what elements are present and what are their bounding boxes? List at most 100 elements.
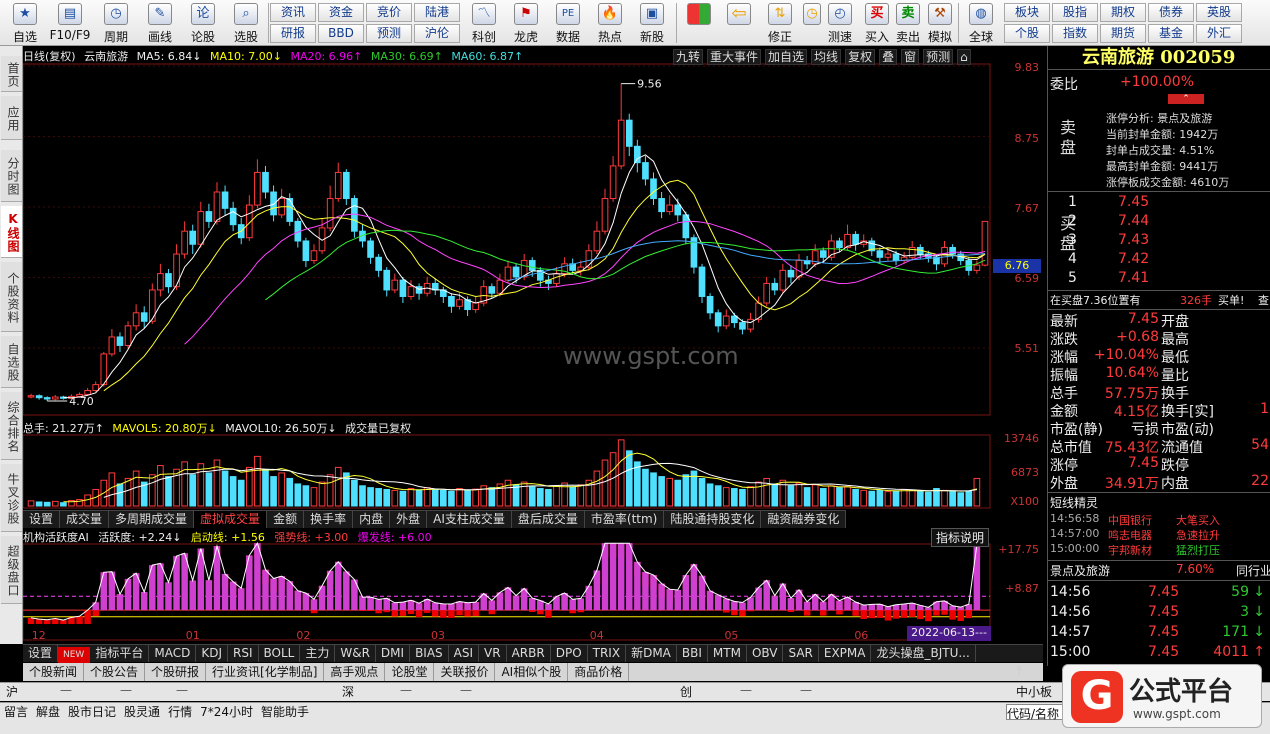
toolbar-xuangu-button[interactable]: ⌕ 选股 bbox=[226, 1, 266, 45]
indicator-tab[interactable]: MACD bbox=[149, 645, 197, 662]
collapse-icon[interactable]: ⌃ bbox=[1168, 94, 1204, 104]
indicator-tab[interactable]: BOLL bbox=[259, 645, 301, 662]
toolbar-gegu-button[interactable]: 个股 bbox=[1004, 24, 1050, 43]
toolbar-xingu-button[interactable]: ▣ 新股 bbox=[632, 1, 672, 45]
service-link[interactable]: 7*24小时 bbox=[200, 705, 253, 719]
status-cy[interactable]: 创 bbox=[680, 683, 692, 700]
indicator-tab[interactable]: KDJ bbox=[196, 645, 228, 662]
volume-tab[interactable]: AI支柱成交量 bbox=[427, 511, 512, 528]
nav-diagnosis[interactable]: 牛叉诊股 bbox=[1, 464, 22, 532]
volume-tab[interactable]: 换手率 bbox=[304, 511, 354, 528]
indicator-tab[interactable]: VR bbox=[479, 645, 507, 662]
toolbar-bankuai-button[interactable]: 板块 bbox=[1004, 3, 1050, 22]
volume-tab[interactable]: 融资融券变化 bbox=[761, 511, 847, 528]
toolbar-sell-button[interactable]: 卖卖出 bbox=[893, 1, 923, 45]
overlay-button[interactable]: 叠 bbox=[879, 49, 898, 65]
indicator-tab[interactable]: OBV bbox=[747, 645, 784, 662]
toolbar-grid-button[interactable] bbox=[682, 1, 716, 45]
status-sz[interactable]: 深 bbox=[342, 683, 354, 700]
service-link[interactable]: 股灵通 bbox=[124, 705, 160, 719]
indicator-tab[interactable]: SAR bbox=[783, 645, 819, 662]
add-watch-button[interactable]: 加自选 bbox=[765, 49, 808, 65]
toolbar-zixun-button[interactable]: 资讯 bbox=[270, 3, 316, 22]
expand-up-icon[interactable]: ⤒ bbox=[1016, 664, 1036, 682]
toolbar-jijin-button[interactable]: 基金 bbox=[1148, 24, 1194, 43]
status-zxb[interactable]: 中小板 bbox=[1016, 683, 1052, 700]
ma-button[interactable]: 均线 bbox=[811, 49, 842, 65]
news-tab[interactable]: 高手观点 bbox=[324, 663, 386, 681]
volume-tab[interactable]: 外盘 bbox=[390, 511, 428, 528]
toolbar-draw-button[interactable]: ✎ 画线 bbox=[140, 1, 180, 45]
toolbar-cesu-button[interactable]: ◴ 测速 bbox=[822, 1, 858, 45]
volume-tab[interactable]: 多周期成交量 bbox=[109, 511, 195, 528]
volume-tab[interactable]: 设置 bbox=[23, 511, 61, 528]
major-events-button[interactable]: 重大事件 bbox=[707, 49, 762, 65]
toolbar-xiuzheng-button[interactable]: ⇅ 修正 bbox=[762, 1, 798, 45]
jiuzhuan-button[interactable]: 九转 bbox=[673, 49, 704, 65]
indicator-tab[interactable]: DPO bbox=[551, 645, 588, 662]
service-link[interactable]: 行情 bbox=[168, 705, 192, 719]
toolbar-back-button[interactable]: ⇦ bbox=[722, 1, 756, 45]
toolbar-qiquan-button[interactable]: 期权 bbox=[1100, 3, 1146, 22]
toolbar-yinggu-button[interactable]: 英股 bbox=[1196, 3, 1242, 22]
indicator-tab[interactable]: 龙头操盘_BJTU... bbox=[871, 645, 976, 662]
nav-watchlist[interactable]: 自选股 bbox=[1, 336, 22, 388]
indicator-tab[interactable]: 设置 bbox=[23, 645, 59, 662]
service-link[interactable]: 留言 bbox=[4, 705, 28, 719]
nav-home[interactable]: 首页 bbox=[1, 56, 22, 92]
zaimai-check[interactable]: 查 bbox=[1258, 292, 1269, 308]
news-tab[interactable]: 个股公告 bbox=[84, 663, 146, 681]
indicator-tab[interactable]: W&R bbox=[335, 645, 376, 662]
news-tab[interactable]: 个股研报 bbox=[145, 663, 207, 681]
chart-canvas[interactable]: 9.56 4.70 12 01 02 03 04 05 06 bbox=[23, 46, 1047, 646]
toolbar-clock-button[interactable]: ◷ bbox=[802, 1, 822, 45]
kline-chart-area[interactable]: 9.56 4.70 12 01 02 03 04 05 06 www.gspt.com 日线(复… bbox=[23, 46, 1047, 666]
toolbar-period-button[interactable]: ◷ 周期 bbox=[96, 1, 136, 45]
toolbar-shuju-button[interactable]: PE 数据 bbox=[548, 1, 588, 45]
service-link[interactable]: 股市日记 bbox=[68, 705, 116, 719]
toolbar-moni-button[interactable]: ⚒ 模拟 bbox=[924, 1, 956, 45]
news-tab[interactable]: 个股新闻 bbox=[23, 663, 85, 681]
volume-tab[interactable]: 成交量 bbox=[60, 511, 110, 528]
news-tab[interactable]: 关联报价 bbox=[434, 663, 496, 681]
toolbar-qihuo-button[interactable]: 期货 bbox=[1100, 24, 1146, 43]
window-button[interactable]: 窗 bbox=[901, 49, 920, 65]
nav-ranking[interactable]: 综合排名 bbox=[1, 392, 22, 460]
indicator-tab[interactable]: RSI bbox=[228, 645, 259, 662]
volume-tab[interactable]: 金额 bbox=[267, 511, 305, 528]
toolbar-jingjia-button[interactable]: 竞价 bbox=[366, 3, 412, 22]
sector-tail[interactable]: 同行业 bbox=[1236, 562, 1270, 579]
toolbar-zixuan-button[interactable]: ★ 自选 bbox=[6, 1, 44, 45]
nav-apps[interactable]: 应用 bbox=[1, 96, 22, 140]
toolbar-longhu-button[interactable]: ⚑ 龙虎 bbox=[506, 1, 546, 45]
indicator-tab[interactable]: MTM bbox=[708, 645, 747, 662]
toolbar-redian-button[interactable]: 🔥 热点 bbox=[590, 1, 630, 45]
indicator-tab[interactable]: DMI bbox=[376, 645, 411, 662]
toolbar-lugang-button[interactable]: 陆港 bbox=[414, 3, 460, 22]
sector-name[interactable]: 景点及旅游 bbox=[1050, 562, 1110, 579]
indicator-tab[interactable]: BIAS bbox=[410, 645, 449, 662]
indicator-tab[interactable]: ARBR bbox=[507, 645, 551, 662]
volume-tab[interactable]: 市盈率(ttm) bbox=[585, 511, 665, 528]
dx-row[interactable]: 15:00:00 宇邦新材 猛烈打压 bbox=[1048, 542, 1270, 560]
toolbar-yuce-button[interactable]: 预测 bbox=[366, 24, 412, 43]
code-search-input[interactable]: 代码/名称 bbox=[1006, 704, 1066, 721]
news-tab[interactable]: 商品价格 bbox=[568, 663, 630, 681]
indicator-tab[interactable]: BBI bbox=[677, 645, 708, 662]
volume-tab[interactable]: 虚拟成交量 bbox=[194, 511, 268, 528]
service-link[interactable]: 智能助手 bbox=[261, 705, 309, 719]
news-tab[interactable]: 行业资讯[化学制品] bbox=[206, 663, 325, 681]
volume-tab[interactable]: 陆股通持股变化 bbox=[664, 511, 762, 528]
status-sh[interactable]: 沪 bbox=[6, 683, 18, 700]
toolbar-zijin-button[interactable]: 资金 bbox=[318, 3, 364, 22]
service-link[interactable]: 解盘 bbox=[36, 705, 60, 719]
toolbar-kechuang-button[interactable]: 〽科创 bbox=[464, 1, 504, 45]
nav-super-panel[interactable]: 超级盘口 bbox=[1, 536, 22, 604]
toolbar-waihui-button[interactable]: 外汇 bbox=[1196, 24, 1242, 43]
indicator-tab[interactable]: TRIX bbox=[588, 645, 627, 662]
indicator-tab[interactable]: NEW bbox=[58, 647, 91, 664]
toolbar-bbd-button[interactable]: BBD bbox=[318, 24, 364, 43]
toolbar-global-button[interactable]: ◍ 全球 bbox=[962, 1, 1000, 45]
fuquan-button[interactable]: 复权 bbox=[845, 49, 876, 65]
indicator-tab[interactable]: 指标平台 bbox=[90, 645, 150, 662]
